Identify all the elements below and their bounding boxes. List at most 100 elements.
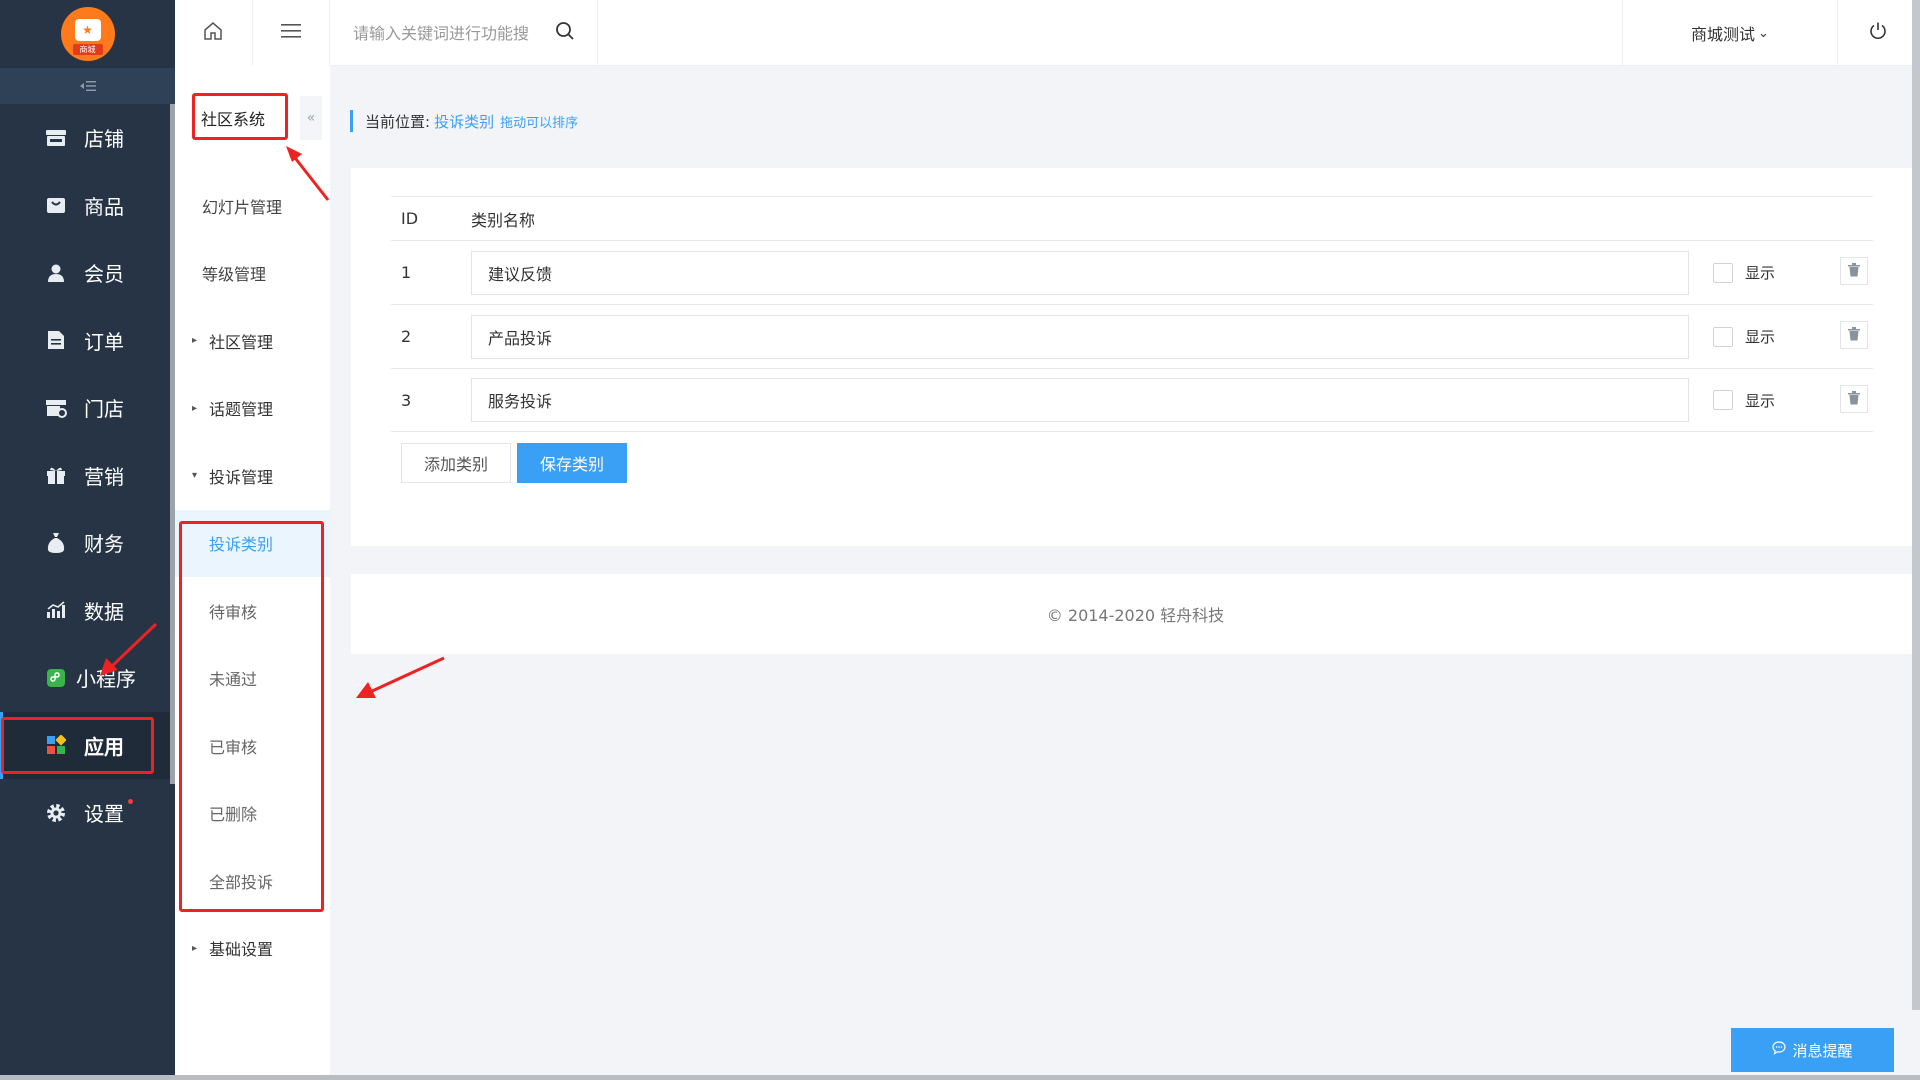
subnav-item-all-complaints[interactable]: 全部投诉 [175, 847, 330, 915]
logo-tag: 商城 [72, 44, 103, 55]
home-icon [203, 21, 223, 45]
sidebar-item-apps[interactable]: 应用 [0, 711, 175, 779]
sidebar-item-order[interactable]: 订单 [0, 307, 175, 375]
category-name-input[interactable] [471, 378, 1689, 422]
sidebar-item-shop[interactable]: 门店 [0, 374, 175, 442]
user-icon [44, 261, 68, 285]
table-row[interactable]: 3 显示 [391, 368, 1873, 432]
sidebar-item-finance[interactable]: 财务 [0, 509, 175, 577]
save-category-button[interactable]: 保存类别 [517, 443, 628, 483]
sidebar-collapse-icon[interactable] [0, 68, 175, 104]
document-icon [44, 328, 68, 352]
horizontal-scrollbar[interactable] [0, 1075, 1920, 1080]
caret-right-icon: ▸ [192, 335, 198, 347]
subnav-item-label: 全部投诉 [209, 872, 274, 892]
store-icon [44, 126, 68, 150]
table-row[interactable]: 1 显示 [391, 240, 1873, 304]
subnav-collapse-button[interactable]: « [300, 96, 322, 140]
sidebar-item-label: 设置 [84, 802, 124, 827]
category-name-input[interactable] [471, 314, 1689, 359]
message-reminder-label: 消息提醒 [1792, 1041, 1853, 1060]
subnav-item-label: 投诉管理 [209, 467, 274, 487]
sidebar-item-label: 商品 [84, 194, 124, 219]
sidebar-item-label: 店铺 [84, 127, 124, 152]
breadcrumb-label: 当前位置: [365, 112, 431, 131]
bar-chart-icon [44, 598, 68, 622]
subnav-item-levels[interactable]: 等级管理 [175, 240, 330, 308]
show-label: 显示 [1745, 328, 1776, 346]
show-checkbox[interactable] [1713, 326, 1733, 347]
subnav-item-label: 未通过 [209, 670, 258, 690]
subnav-group-complaints[interactable]: ▾ 投诉管理 [175, 442, 330, 510]
show-label: 显示 [1745, 264, 1776, 282]
logo[interactable]: ★ 商城 [0, 0, 175, 68]
row-id: 2 [401, 327, 412, 346]
main-sidebar: ★ 商城 店铺 商品 会员 订单 门店 营销 财务 数据 小程序 应用 设置 [0, 0, 175, 1080]
delete-button[interactable] [1840, 385, 1868, 413]
table-row[interactable]: 2 显示 [391, 304, 1873, 368]
bag-icon [44, 193, 68, 217]
trash-icon [1848, 390, 1860, 409]
breadcrumb-current[interactable]: 投诉类别 [434, 111, 494, 132]
subnav-item-approved[interactable]: 已审核 [175, 712, 330, 780]
show-toggle[interactable]: 显示 [1713, 262, 1775, 283]
double-chevron-left-icon: « [306, 110, 316, 126]
sort-hint: 拖动可以排序 [500, 115, 579, 131]
sidebar-item-marketing[interactable]: 营销 [0, 442, 175, 510]
subnav-item-complaint-categories[interactable]: 投诉类别 [175, 509, 330, 577]
row-id: 3 [401, 390, 412, 410]
sidebar-item-member[interactable]: 会员 [0, 239, 175, 307]
table-header: ID 类别名称 [391, 196, 1873, 240]
chat-bubble-icon [1772, 1041, 1787, 1059]
notification-dot [128, 799, 133, 804]
sidebar-item-label: 数据 [84, 599, 124, 624]
message-reminder-button[interactable]: 消息提醒 [1731, 1028, 1894, 1072]
subnav-item-label: 等级管理 [202, 265, 267, 285]
trash-icon [1848, 262, 1860, 281]
subnav-item-label: 话题管理 [209, 400, 274, 420]
sidebar-item-goods[interactable]: 商品 [0, 172, 175, 240]
show-toggle[interactable]: 显示 [1713, 390, 1775, 411]
subnav-item-label: 已删除 [209, 805, 258, 825]
sidebar-item-mini-program[interactable]: 小程序 [0, 644, 175, 712]
subnav-group-topics[interactable]: ▸ 话题管理 [175, 375, 330, 443]
caret-right-icon: ▸ [192, 402, 198, 414]
delete-button[interactable] [1840, 321, 1868, 349]
sidebar-item-settings[interactable]: 设置 [0, 779, 175, 847]
subnav-group-community[interactable]: ▸ 社区管理 [175, 307, 330, 375]
trash-icon [1848, 326, 1860, 345]
header-name: 类别名称 [471, 210, 536, 230]
subnav-item-label: 社区管理 [209, 332, 274, 352]
category-name-input[interactable] [471, 250, 1689, 295]
page-footer: © 2014-2020 轻舟科技 [351, 574, 1920, 654]
subnav-item-label: 投诉类别 [209, 535, 274, 555]
home-button[interactable] [175, 0, 253, 66]
search-input[interactable] [353, 23, 543, 43]
search-box [330, 0, 598, 66]
subnav-group-basic-settings[interactable]: ▸ 基础设置 [175, 915, 330, 983]
shop-name: 商城测试 [1691, 25, 1756, 44]
logout-button[interactable] [1838, 0, 1918, 66]
sidebar-item-store[interactable]: 店铺 [0, 104, 175, 172]
gear-icon [44, 801, 68, 825]
subnav-item-slides[interactable]: 幻灯片管理 [175, 172, 330, 240]
annotation-arrow-icon [356, 656, 445, 698]
shop-selector[interactable]: 商城测试 ⌄ [1622, 0, 1838, 66]
breadcrumb: 当前位置: 投诉类别 拖动可以排序 [350, 110, 578, 132]
delete-button[interactable] [1840, 257, 1868, 285]
top-bar: 商城测试 ⌄ [330, 0, 1920, 66]
menu-button[interactable] [253, 0, 330, 66]
sidebar-item-label: 订单 [84, 329, 124, 354]
search-icon[interactable] [555, 21, 575, 45]
subnav-item-deleted[interactable]: 已删除 [175, 780, 330, 848]
page-scrollbar[interactable] [1912, 0, 1920, 1010]
show-checkbox[interactable] [1713, 390, 1733, 410]
sidebar-item-data[interactable]: 数据 [0, 577, 175, 645]
show-toggle[interactable]: 显示 [1713, 326, 1775, 347]
subnav-item-rejected[interactable]: 未通过 [175, 645, 330, 713]
show-checkbox[interactable] [1713, 262, 1733, 283]
subnav-item-pending[interactable]: 待审核 [175, 577, 330, 645]
chevron-down-icon: ⌄ [1758, 25, 1769, 41]
menu-icon [280, 23, 301, 43]
add-category-button[interactable]: 添加类别 [401, 443, 512, 483]
